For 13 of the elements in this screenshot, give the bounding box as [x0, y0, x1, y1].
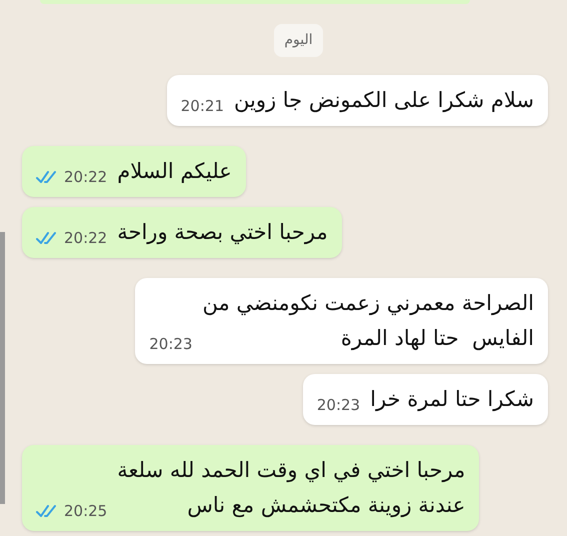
- date-chip: اليوم: [274, 24, 323, 57]
- message-text: عليكم السلام: [117, 158, 232, 185]
- message-text: مرحبا اختي بصحة وراحة: [117, 219, 328, 246]
- message-time: 20:21: [180, 96, 224, 116]
- message-time: 20:22: [64, 228, 108, 248]
- message-time: 20:25: [64, 500, 108, 522]
- message-time: 20:23: [316, 394, 360, 416]
- message-time: 20:22: [64, 166, 108, 188]
- message-time: 20:23: [149, 334, 192, 354]
- message-text: الصراحة معمرني زعمت نكومنضي من الفايس حتا لهاد المرة: [202, 290, 534, 352]
- message-text: شكرا حتا لمرة خرا: [370, 386, 534, 414]
- message-text: سلام شكرا على الكمونض جا زوين: [234, 87, 534, 114]
- message-text: مرحبا اختي في اي وقت الحمد لله سلعة عندنة زوينة مكتحشمش مع ناس: [117, 457, 466, 520]
